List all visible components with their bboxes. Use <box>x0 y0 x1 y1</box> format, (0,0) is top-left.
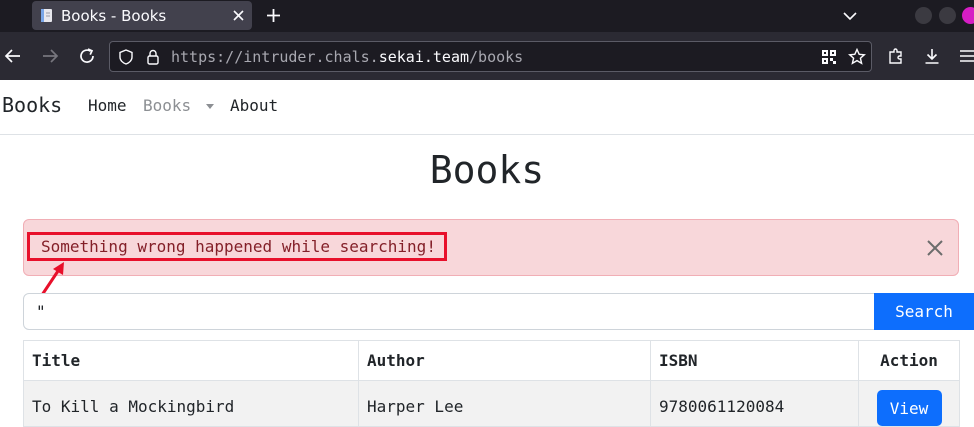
page-title: Books <box>429 148 545 192</box>
maximize-window-button[interactable] <box>939 7 956 24</box>
browser-tab-bar: Books - Books <box>0 0 974 32</box>
back-arrow-icon[interactable] <box>4 47 22 65</box>
alert-message: Something wrong happened while searching… <box>27 232 447 261</box>
extensions-puzzle-icon[interactable] <box>887 47 905 65</box>
cell-isbn: 9780061120084 <box>650 380 859 427</box>
table-row: To Kill a Mockingbird Harper Lee 9780061… <box>23 380 960 427</box>
url-prefix: https://intruder.chals. <box>171 48 379 66</box>
cell-author: Harper Lee <box>358 380 651 427</box>
nav-link-books[interactable]: Books <box>143 96 191 115</box>
cell-title: To Kill a Mockingbird <box>23 380 359 427</box>
reload-icon[interactable] <box>78 47 96 65</box>
new-tab-icon[interactable] <box>266 8 281 23</box>
url-text[interactable]: https://intruder.chals.sekai.team/books <box>171 48 523 66</box>
search-button[interactable]: Search <box>874 293 974 330</box>
column-header-title: Title <box>23 340 359 381</box>
site-brand[interactable]: Books <box>2 93 62 117</box>
qr-code-icon[interactable] <box>821 49 837 65</box>
view-button[interactable]: View <box>876 390 942 426</box>
column-header-author: Author <box>358 340 651 381</box>
browser-tab[interactable]: Books - Books <box>32 1 252 30</box>
url-path: /books <box>469 48 524 66</box>
browser-toolbar: https://intruder.chals.sekai.team/books <box>0 32 974 81</box>
error-alert: Something wrong happened while searching… <box>23 219 959 276</box>
close-window-button[interactable] <box>962 7 974 24</box>
minimize-window-button[interactable] <box>915 7 932 24</box>
hamburger-menu-icon[interactable] <box>958 47 974 65</box>
address-bar[interactable]: https://intruder.chals.sekai.team/books <box>109 41 872 72</box>
forward-arrow-icon[interactable] <box>41 47 59 65</box>
site-navbar: Books Home Books About <box>0 80 974 135</box>
cell-action: View <box>858 380 960 427</box>
books-table: Title Author ISBN Action To Kill a Mocki… <box>23 340 960 427</box>
table-header-row: Title Author ISBN Action <box>23 340 960 381</box>
chevron-down-icon[interactable] <box>843 9 857 23</box>
column-header-isbn: ISBN <box>650 340 859 381</box>
url-domain: sekai.team <box>378 48 470 66</box>
book-favicon-icon <box>41 9 52 22</box>
nav-link-about[interactable]: About <box>230 96 278 115</box>
shield-icon[interactable] <box>118 49 134 65</box>
close-tab-icon[interactable] <box>232 9 245 22</box>
tab-title: Books - Books <box>61 7 167 25</box>
column-header-action: Action <box>858 340 960 381</box>
bookmark-star-icon[interactable] <box>848 48 866 66</box>
search-input[interactable] <box>23 293 875 330</box>
close-icon[interactable] <box>926 239 944 257</box>
dropdown-caret-icon[interactable] <box>206 104 214 109</box>
downloads-icon[interactable] <box>923 47 941 65</box>
nav-link-home[interactable]: Home <box>88 96 127 115</box>
lock-icon[interactable] <box>146 49 160 65</box>
